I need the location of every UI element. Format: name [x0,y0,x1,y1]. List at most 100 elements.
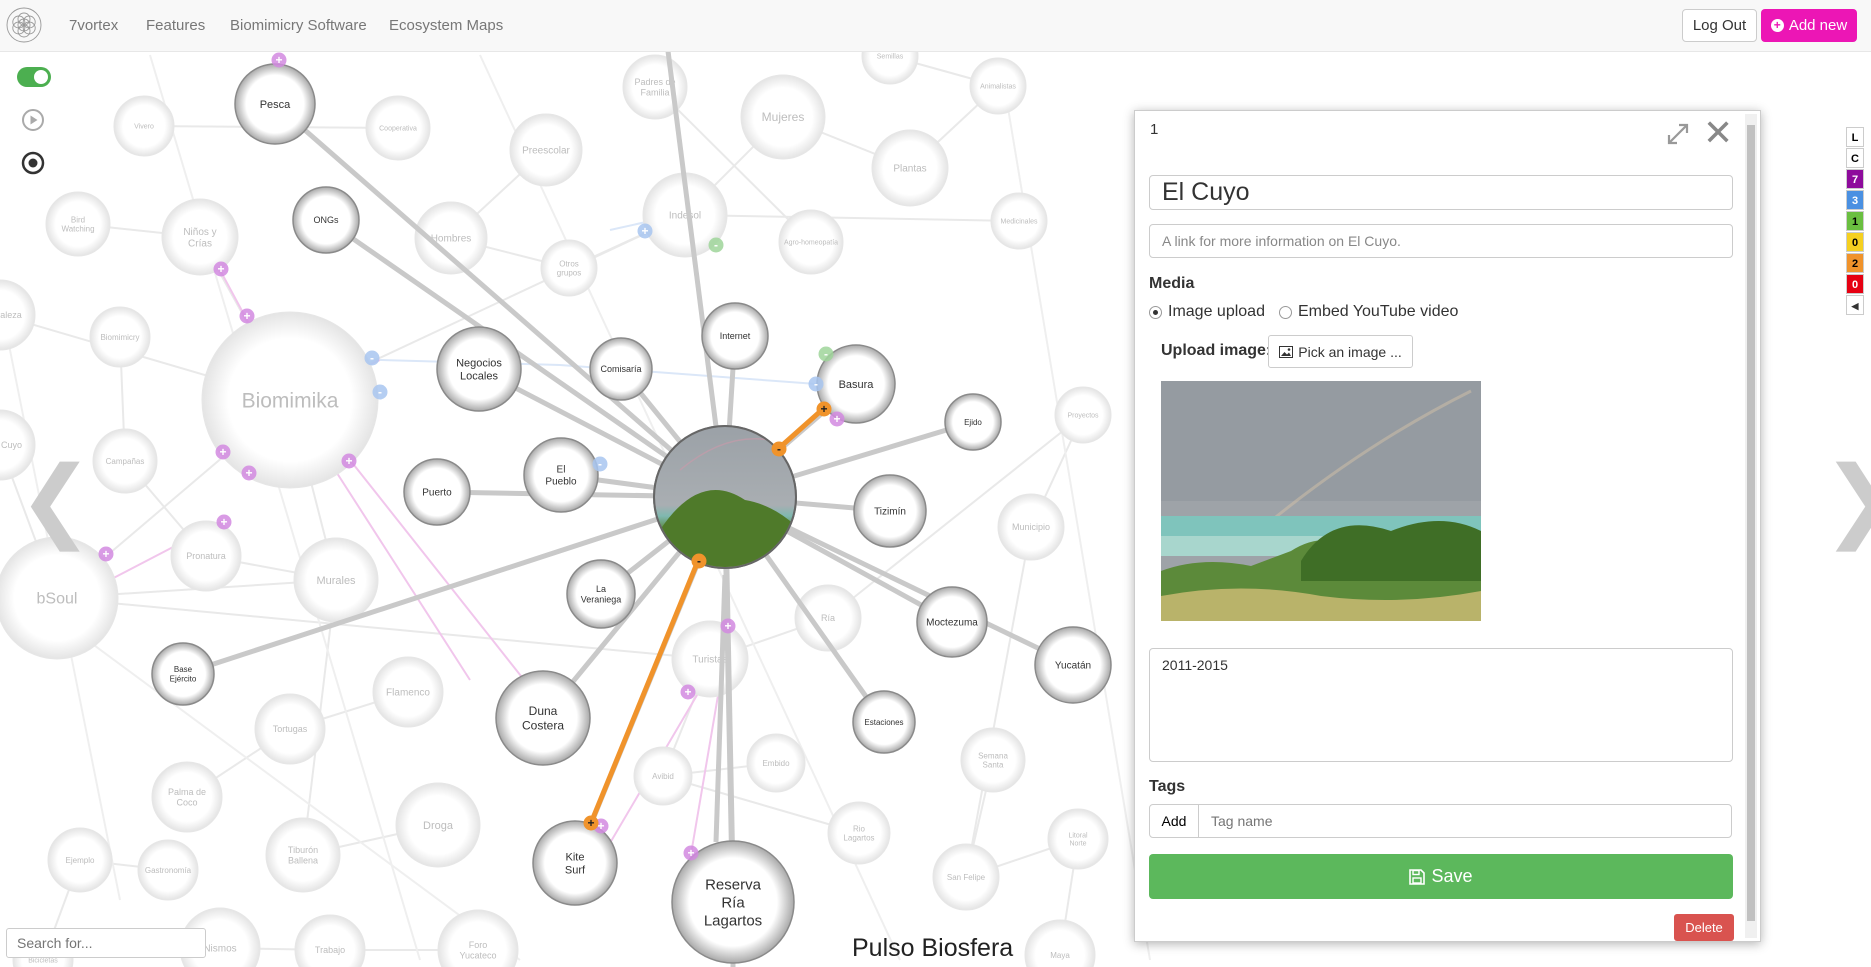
nav-link-biomimicry-software[interactable]: Biomimicry Software [230,17,367,34]
faded-node-semillas[interactable]: Semillas [861,51,919,85]
tag-name-input[interactable] [1198,804,1732,838]
faded-node-otros-grupos[interactable]: Otros grupos [540,239,598,297]
chevron-left-icon[interactable]: ❮ [18,455,93,545]
faded-node-semana-santa[interactable]: Semana Santa [960,727,1026,793]
node-estaciones[interactable]: Estaciones [852,690,916,754]
remove-edge-handle-icon[interactable]: - [592,456,608,472]
legend-green[interactable]: 1 [1846,211,1864,231]
remove-edge-handle-icon[interactable]: - [708,237,724,253]
legend-c[interactable]: C [1846,148,1864,168]
nav-link-ecosystem-maps[interactable]: Ecosystem Maps [389,17,503,34]
faded-node-vivero[interactable]: Vivero [113,95,175,157]
close-icon[interactable]: ✕ [1703,115,1733,151]
search-input[interactable] [6,928,206,958]
faded-node-municipio[interactable]: Municipio [997,493,1065,561]
faded-node-avibid[interactable]: Avibid [633,746,693,806]
faded-node-foro-yucateco[interactable]: Foro Yucateco [437,909,519,967]
add-edge-handle-icon[interactable]: + [216,514,232,530]
add-edge-handle-icon[interactable]: + [239,308,255,324]
faded-node-rio-lagartos[interactable]: Rio Lagartos [827,801,891,865]
node-moctezuma[interactable]: Moctezuma [916,586,988,658]
remove-edge-handle-icon[interactable]: - [364,350,380,366]
add-tag-button[interactable]: Add [1149,804,1199,838]
flower-of-life-logo-icon[interactable] [6,7,42,43]
radio-embed-youtube-label[interactable]: Embed YouTube video [1298,303,1458,321]
add-edge-handle-icon[interactable]: + [271,52,287,68]
legend-yellow[interactable]: 0 [1846,232,1864,252]
brand-link[interactable]: 7vortex [69,17,118,34]
remove-edge-handle-icon[interactable]: - [372,384,388,400]
add-edge-handle-icon[interactable]: + [241,465,257,481]
node-name-input[interactable] [1149,175,1733,210]
radio-embed-youtube[interactable] [1278,305,1292,319]
add-edge-handle-icon[interactable]: + [341,453,357,469]
faded-node-maya[interactable]: Maya [1024,919,1096,967]
scrollbar-thumb[interactable] [1747,125,1755,921]
add-edge-handle-icon[interactable]: + [829,411,845,427]
node-el-pueblo[interactable]: El Pueblo [523,437,599,513]
add-edge-handle-icon[interactable]: + [637,223,653,239]
add-edge-handle-icon[interactable]: + [98,546,114,562]
faded-node-medicinales[interactable]: Medicinales [990,192,1048,250]
remove-edge-handle-icon[interactable]: - [808,376,824,392]
faded-node-bird-watching[interactable]: Bird Watching [45,191,111,257]
link-input[interactable] [1149,224,1733,258]
faded-node-preescolar[interactable]: Preescolar [509,113,583,187]
nav-link-features[interactable]: Features [146,17,205,34]
expand-icon[interactable] [1665,121,1691,147]
add-edge-handle-icon[interactable]: + [583,815,599,831]
faded-node-proyectos[interactable]: Proyectos [1054,386,1112,444]
faded-node-murales[interactable]: Murales [293,537,379,623]
legend-red[interactable]: 0 [1846,274,1864,294]
faded-node-agro-homeopatia[interactable]: Agro-homeopatía [778,209,844,275]
faded-node-trabajo[interactable]: Trabajo [294,914,366,967]
save-button[interactable]: Save [1149,854,1733,899]
legend-collapse-icon[interactable]: ◀ [1846,295,1864,315]
add-edge-handle-icon[interactable]: + [215,444,231,460]
legend-blue[interactable]: 3 [1846,190,1864,210]
legend-l[interactable]: L [1846,127,1864,147]
legend-orange[interactable]: 2 [1846,253,1864,273]
radio-image-upload-label[interactable]: Image upload [1168,303,1265,321]
logout-button[interactable]: Log Out [1682,9,1757,42]
node-yucatan[interactable]: Yucatán [1034,626,1112,704]
layout-toggle[interactable] [17,67,51,87]
delete-button[interactable]: Delete [1674,914,1734,941]
node-kite-surf[interactable]: Kite Surf [532,820,618,906]
remove-edge-handle-icon[interactable]: - [691,553,707,569]
faded-node-embido[interactable]: Embido [746,733,806,793]
target-icon[interactable] [21,151,45,175]
node-puerto[interactable]: Puerto [403,458,471,526]
chevron-right-icon[interactable]: ❯ [1822,455,1871,545]
faded-node-plantas[interactable]: Plantas [871,129,949,207]
faded-node-biomimicry[interactable]: Biomimicry [89,306,151,368]
legend-purple[interactable]: 7 [1846,169,1864,189]
add-edge-handle-icon[interactable]: + [683,845,699,861]
faded-node-san-felipe[interactable]: San Felipe [932,843,1000,911]
add-edge-handle-icon[interactable]: + [816,401,832,417]
radio-image-upload[interactable] [1149,305,1162,319]
node-comisaria[interactable]: Comisaría [589,337,653,401]
faded-node-animalistas[interactable]: Animalistas [969,57,1027,115]
faded-node-turistas[interactable]: Turistas [671,620,749,698]
add-edge-handle-icon[interactable]: + [720,618,736,634]
faded-node-campanas[interactable]: Campañas [92,428,158,494]
faded-node-palma-de-coco[interactable]: Palma de Coco [151,761,223,833]
node-ongs[interactable]: ONGs [292,186,360,254]
faded-node-ejemplo[interactable]: Ejemplo [47,827,113,893]
faded-node-pronatura[interactable]: Pronatura [170,520,242,592]
faded-node-naturaleza[interactable]: Naturaleza [0,279,36,351]
faded-node-ninos-y-crias[interactable]: Niños y Crías [161,198,239,276]
play-circle-icon[interactable] [21,108,45,132]
faded-node-droga[interactable]: Droga [395,782,481,868]
description-textarea[interactable]: 2011-2015 [1149,648,1733,762]
add-edge-handle-icon[interactable]: + [213,261,229,277]
node-base-ejercito[interactable]: Base Ejército [151,642,215,706]
remove-edge-handle-icon[interactable]: - [818,346,834,362]
remove-edge-handle-icon[interactable]: - [771,441,787,457]
faded-node-tiburon-ballena[interactable]: Tiburón Ballena [265,817,341,893]
node-pesca[interactable]: Pesca [234,63,316,145]
node-internet[interactable]: Internet [701,302,769,370]
faded-node-gastronomia[interactable]: Gastronomía [137,839,199,901]
node-ejido[interactable]: Ejido [944,393,1002,451]
